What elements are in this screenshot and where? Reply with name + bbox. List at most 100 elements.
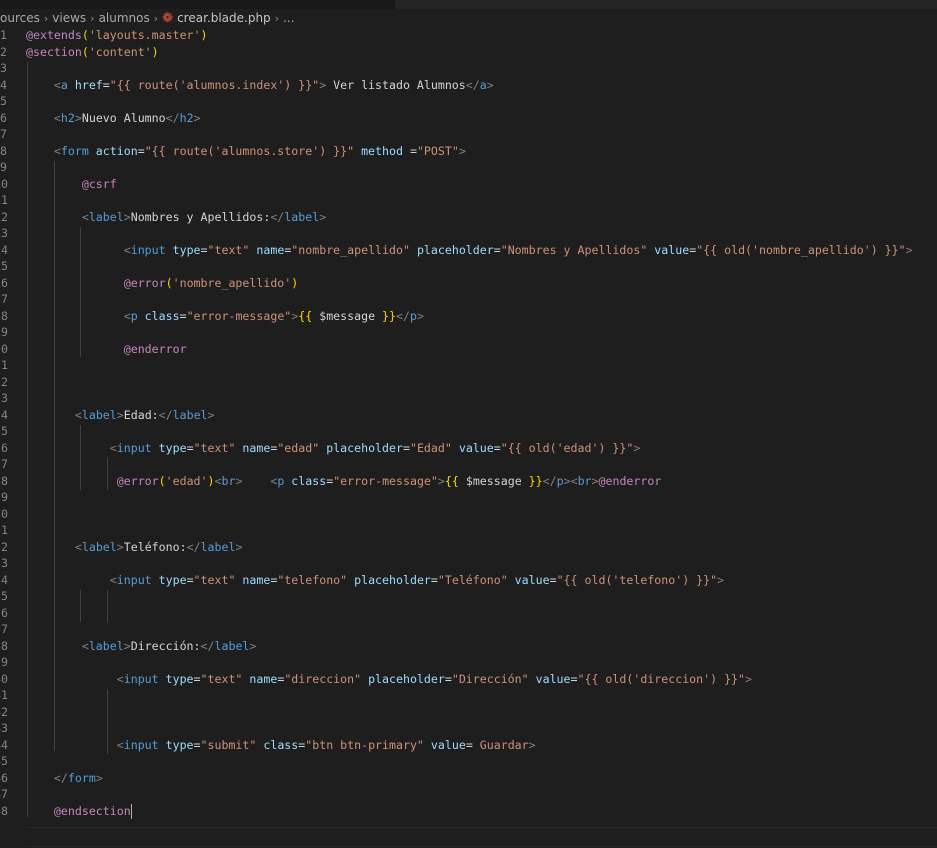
code-line[interactable]: 4 <a href="{{ route('alumnos.index') }}"… [0,77,937,94]
blade-file-icon: ❁ [162,10,174,26]
breadcrumb-item-file[interactable]: crear.blade.php [177,11,271,25]
code-token: > [416,308,424,323]
line-number: 28 [0,473,8,488]
line-number: 35 [0,589,8,603]
line-number: 16 [0,275,8,290]
code-line[interactable]: 12 <label>Nombres y Apellidos:</label> [0,209,937,226]
code-text: <label>Dirección:</label> [26,638,257,655]
code-line[interactable]: 28 @error('edad')<br> <p class="error-me… [0,473,937,490]
code-line[interactable]: 20 @enderror [0,341,937,358]
code-token: "{{ old('nombre_apellido') }}" [696,242,906,257]
code-text: <form action="{{ route('alumnos.store') … [26,143,466,160]
code-line[interactable]: 30 [0,506,937,523]
code-line[interactable]: 26 <input type="text" name="edad" placeh… [0,440,937,457]
code-line[interactable]: 14 <input type="text" name="nombre_apell… [0,242,937,259]
code-text: <label>Teléfono:</label> [26,539,243,556]
code-line[interactable]: 19 [0,324,937,341]
code-token: class [284,473,327,488]
code-token: label [200,539,236,554]
line-number: 43 [0,721,8,735]
breadcrumb-item-folder[interactable]: views [52,11,86,25]
code-text: @enderror [26,341,187,358]
code-line[interactable]: 25 [0,423,937,440]
code-line[interactable]: 48 @endsection [0,803,937,820]
code-token: label [214,638,250,653]
code-line[interactable]: 39 [0,654,937,671]
breadcrumb-item-folder[interactable]: ources [0,11,40,25]
code-token: "POST" [416,143,459,158]
code-line[interactable]: 32 <label>Teléfono:</label> [0,539,937,556]
code-token: value [528,671,571,686]
code-line[interactable]: 47 [0,786,937,803]
code-line[interactable]: 3 [0,60,937,77]
code-line[interactable]: 15 [0,258,937,275]
code-line[interactable]: 1 @extends('layouts.master') [0,27,937,44]
code-line[interactable]: 5 [0,93,937,110]
code-line[interactable]: 7 [0,126,937,143]
breadcrumb-item-folder[interactable]: alumnos [99,11,150,25]
code-line[interactable]: 31 [0,522,937,539]
code-line[interactable]: 22 [0,374,937,391]
code-line[interactable]: 29 [0,489,937,506]
code-line[interactable]: 9 [0,159,937,176]
code-token: p [130,308,138,323]
code-token: < [81,638,89,653]
code-editor[interactable]: 1 @extends('layouts.master') 2 @section('co… [0,27,937,848]
code-token: > [123,638,131,653]
code-line[interactable]: 2 @section('content') [0,44,937,61]
code-token: = [193,737,201,752]
code-token: label [81,407,117,422]
code-line[interactable]: 40 <input type="text" name="direccion" p… [0,671,937,688]
code-token: "text" [207,242,250,257]
code-token: </ [396,308,410,323]
line-number: 11 [0,193,8,207]
code-line[interactable]: 41 [0,687,937,704]
code-text: <input type="text" name="edad" placehold… [26,440,641,457]
code-line[interactable]: 8 <form action="{{ route('alumnos.store'… [0,143,937,160]
code-token: label [172,407,208,422]
code-text: <input type="text" name="nombre_apellido… [26,242,913,259]
code-line[interactable]: 33 [0,555,937,572]
code-line[interactable]: 17 [0,291,937,308]
code-token: "submit" [200,737,257,752]
code-line[interactable]: 13 [0,225,937,242]
code-line[interactable]: 24 <label>Edad:</label> [0,407,937,424]
code-token: </ [158,407,173,422]
code-token: < [53,77,61,92]
code-line[interactable]: 18 <p class="error-message">{{ $message … [0,308,937,325]
code-line[interactable]: 27 [0,456,937,473]
code-line[interactable]: 45 [0,753,937,770]
code-text: <a href="{{ route('alumnos.index') }}"> … [26,77,494,94]
code-token: </ [542,473,557,488]
code-line[interactable]: 16 @error('nombre_apellido') [0,275,937,292]
code-line[interactable]: 35 [0,588,937,605]
code-line[interactable]: 36 [0,605,937,622]
code-line[interactable]: 6 <h2>Nuevo Alumno</h2> [0,110,937,127]
code-line[interactable]: 37 [0,621,937,638]
code-line[interactable]: 46 </form> [0,770,937,787]
code-line[interactable]: 34 <input type="text" name="telefono" pl… [0,572,937,589]
breadcrumb-item-more[interactable]: ... [283,11,294,25]
code-token: </ [270,209,285,224]
code-token: placeholder [347,572,431,587]
line-number: 33 [0,556,8,570]
code-line[interactable]: 42 [0,704,937,721]
line-number: 40 [0,671,8,686]
code-line[interactable]: 38 <label>Dirección:</label> [0,638,937,655]
code-line[interactable]: 23 [0,390,937,407]
code-line[interactable]: 44 <input type="submit" class="btn btn-p… [0,737,937,754]
line-number: 23 [0,391,8,405]
code-line[interactable]: 43 [0,720,937,737]
code-line[interactable]: 21 [0,357,937,374]
code-line[interactable]: 10 @csrf [0,176,937,193]
code-token: > [123,209,131,224]
code-line[interactable]: 11 [0,192,937,209]
tab-bar-right [395,0,937,9]
chevron-right-icon: › [274,11,280,25]
line-number: 8 [0,143,7,158]
code-token: input [123,737,159,752]
